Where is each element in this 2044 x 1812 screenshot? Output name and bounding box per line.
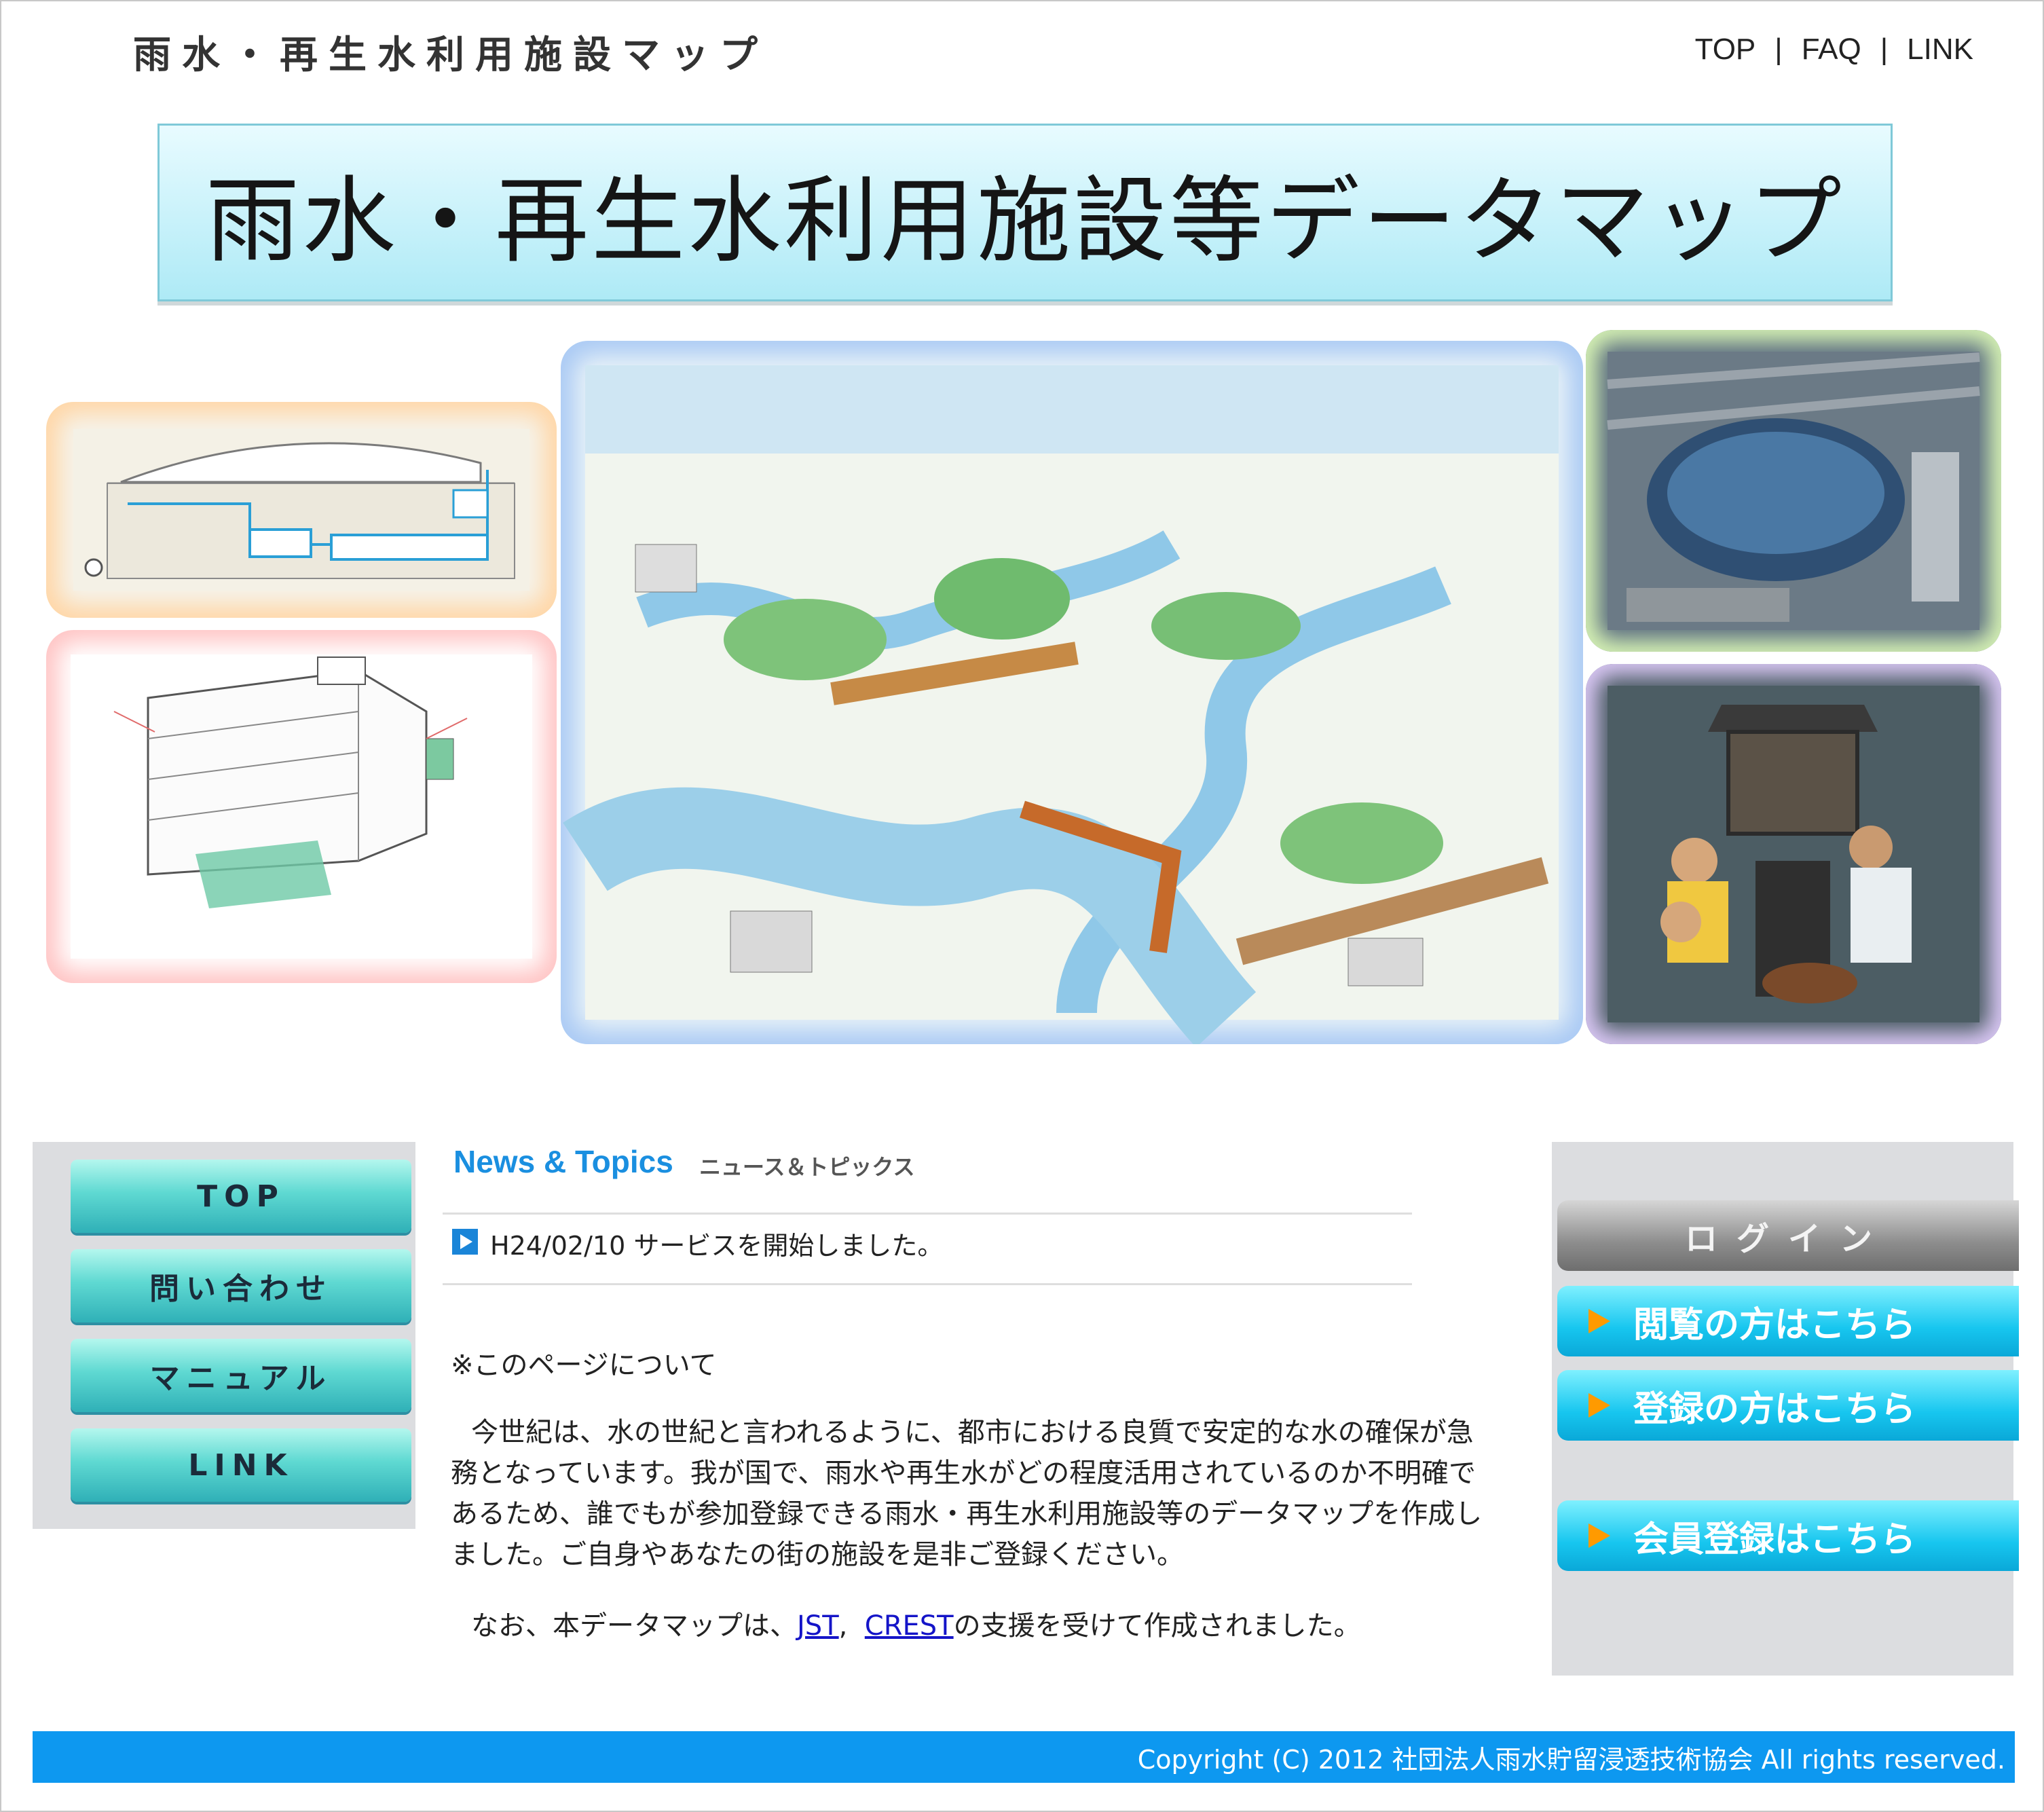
- viewer-login-button[interactable]: 閲覧の方はこちら: [1557, 1286, 2019, 1356]
- news-subtitle: ニュース＆トピックス: [699, 1154, 915, 1180]
- stadium-aerial-photo: [1586, 330, 2001, 652]
- nav-link-link[interactable]: LINK: [1888, 33, 1992, 67]
- copyright-text: Copyright (C) 2012 社団法人雨水貯留浸透技術協会 All ri…: [1137, 1744, 2005, 1775]
- viewer-login-label: 閲覧の方はこちら: [1633, 1304, 1916, 1346]
- banner-title: 雨水・再生水利用施設等データマップ: [205, 166, 1844, 276]
- nav-separator: |: [1880, 33, 1889, 66]
- news-item: H24/02/10 サービスを開始しました。: [490, 1231, 944, 1261]
- footer: Copyright (C) 2012 社団法人雨水貯留浸透技術協会 All ri…: [33, 1731, 2015, 1783]
- building-diagram: [46, 630, 557, 983]
- register-login-label: 登録の方はこちら: [1633, 1388, 1916, 1430]
- about-body: 今世紀は、水の世紀と言われるように、都市における良質で安定的な水の確保が急務とな…: [451, 1417, 1483, 1570]
- menu-top-button[interactable]: TOP: [71, 1160, 411, 1233]
- left-menu: TOP 問い合わせ マニュアル LINK: [33, 1142, 415, 1529]
- register-login-button[interactable]: 登録の方はこちら: [1557, 1370, 2019, 1441]
- page-banner: 雨水・再生水利用施設等データマップ: [157, 124, 1893, 301]
- menu-contact-button[interactable]: 問い合わせ: [71, 1249, 411, 1323]
- login-header: ログイン: [1557, 1200, 2019, 1271]
- support-suffix: の支援を受けて作成されました。: [953, 1610, 1361, 1642]
- water-cycle-city-illustration: [561, 341, 1583, 1044]
- divider: [443, 1213, 1412, 1215]
- top-nav: TOP | FAQ | LINK: [1676, 33, 1992, 67]
- support-prefix: なお、本データマップは、: [471, 1610, 797, 1642]
- site-title: 雨水・再生水利用施設マップ: [133, 33, 768, 77]
- member-signup-label: 会員登録はこちら: [1633, 1519, 1916, 1560]
- menu-link-button[interactable]: LINK: [71, 1428, 411, 1502]
- divider: [443, 1283, 1412, 1285]
- jst-link[interactable]: JST: [797, 1610, 839, 1642]
- nav-separator: |: [1774, 33, 1783, 66]
- facility-section-diagram: [46, 402, 557, 618]
- play-icon: [452, 1229, 478, 1255]
- support-note: なお、本データマップは、JST, CRESTの支援を受けて作成されました。: [471, 1604, 1361, 1643]
- news-title: News & Topics: [453, 1144, 673, 1179]
- right-panel: ログイン 閲覧の方はこちら 登録の方はこちら 会員登録はこちら: [1552, 1142, 2019, 1676]
- about-heading: ※このページについて: [451, 1350, 717, 1381]
- crest-link[interactable]: CREST: [865, 1610, 954, 1642]
- nav-top-link[interactable]: TOP: [1676, 33, 1775, 67]
- children-at-rainwater-pump-photo: [1586, 664, 2001, 1044]
- arrow-right-icon: [1588, 1309, 1610, 1333]
- menu-manual-button[interactable]: マニュアル: [71, 1339, 411, 1412]
- arrow-right-icon: [1588, 1523, 1610, 1548]
- nav-faq-link[interactable]: FAQ: [1783, 33, 1880, 67]
- support-comma: ,: [838, 1610, 848, 1642]
- arrow-right-icon: [1588, 1393, 1610, 1418]
- member-signup-button[interactable]: 会員登録はこちら: [1557, 1500, 2019, 1571]
